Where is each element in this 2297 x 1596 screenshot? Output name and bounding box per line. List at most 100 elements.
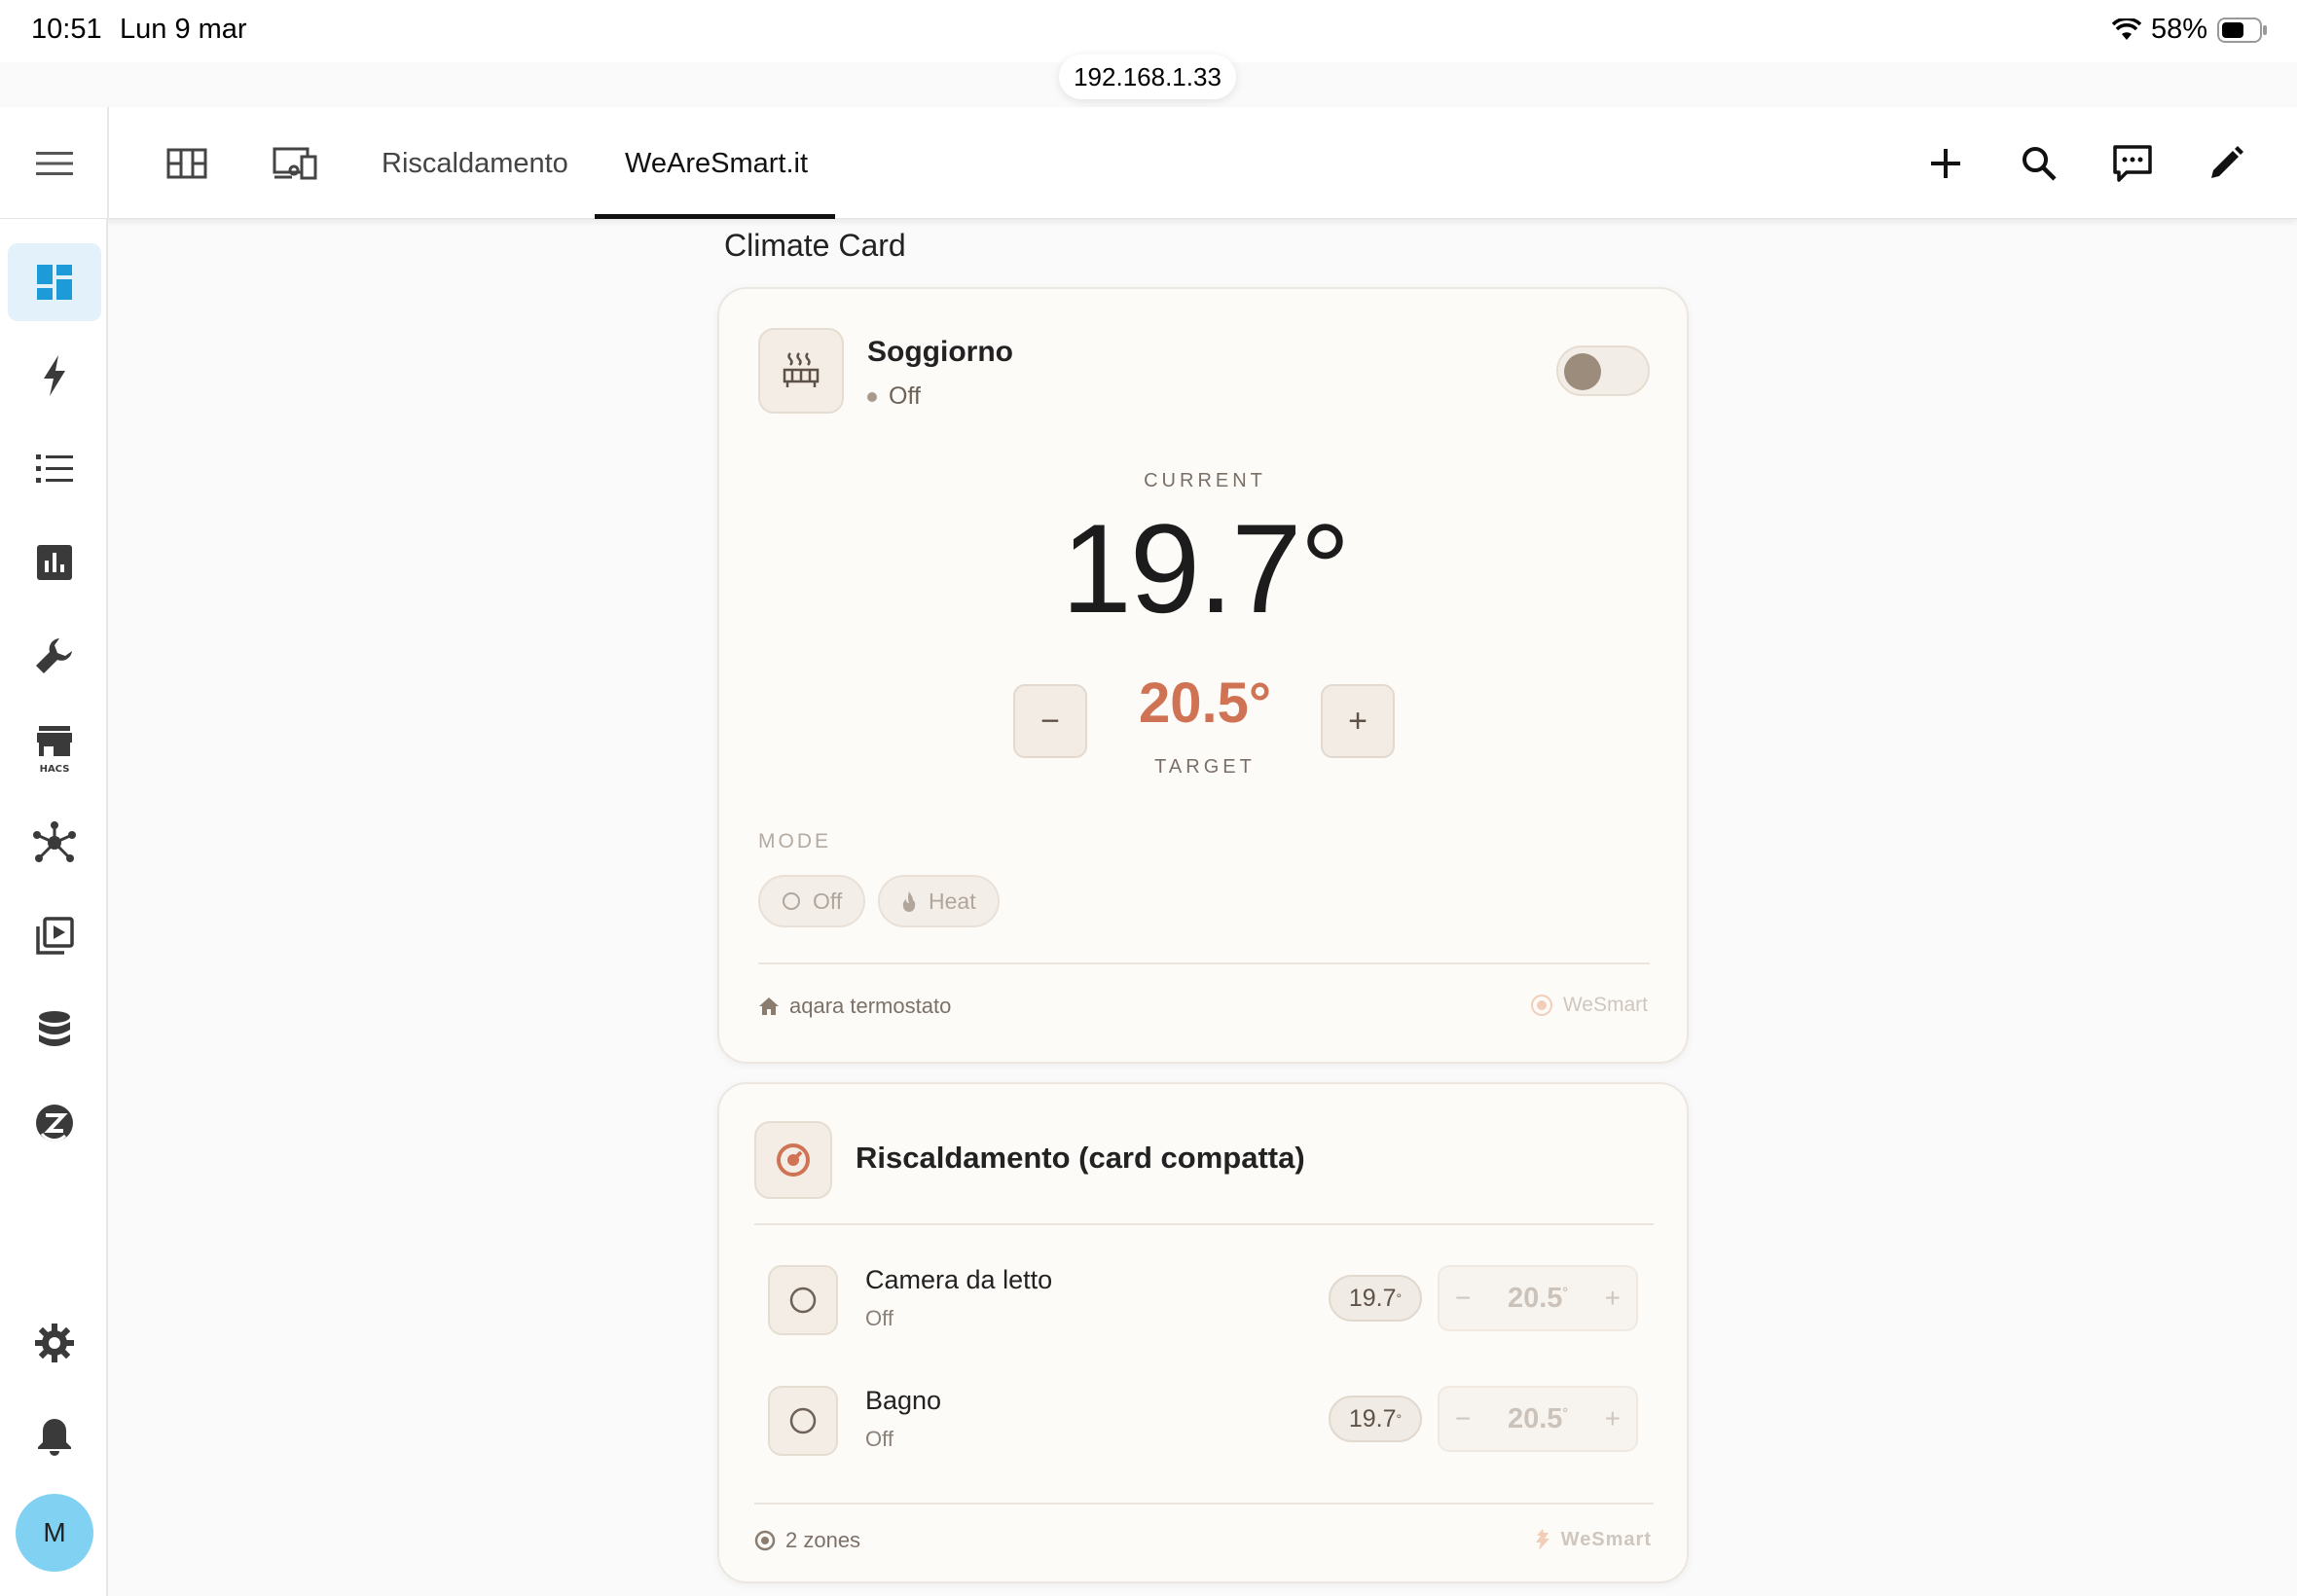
mode-off-label: Off xyxy=(813,888,843,914)
sidebar-item-notifications[interactable] xyxy=(8,1397,101,1475)
overview-icon xyxy=(37,265,72,300)
sidebar-item-history[interactable] xyxy=(8,524,101,601)
assist-button[interactable] xyxy=(2105,136,2160,191)
climate-card: Soggiorno Off CURRENT 19.7° − 20.5° + TA… xyxy=(717,287,1689,1064)
compact-card-title: Riscaldamento (card compatta) xyxy=(856,1141,1305,1175)
footer-brand-text: WeSmart xyxy=(1560,1528,1652,1550)
mode-heat-chip[interactable]: Heat xyxy=(878,875,1000,927)
sidebar-item-logbook[interactable] xyxy=(8,430,101,508)
footer-brand-text: WeSmart xyxy=(1562,994,1648,1016)
zone-decrease-button[interactable]: − xyxy=(1455,1403,1471,1434)
status-date: Lun 9 mar xyxy=(120,14,247,45)
zone-target-stepper: − 20.5° + xyxy=(1438,1386,1638,1452)
zone-mode-button[interactable] xyxy=(768,1386,838,1456)
zone-decrease-button[interactable]: − xyxy=(1455,1283,1471,1314)
current-temperature: 19.7° xyxy=(1061,497,1350,639)
zone-row[interactable]: Camera da letto Off 19.7 ° − 20.5° + xyxy=(768,1265,1644,1347)
mode-heat-label: Heat xyxy=(929,888,976,914)
zone-increase-button[interactable]: + xyxy=(1605,1403,1621,1434)
tab-wearesmart[interactable]: WeAreSmart.it xyxy=(625,148,808,180)
sidebar-item-energy[interactable] xyxy=(8,337,101,415)
sidebar: HACS M xyxy=(0,219,108,1596)
compact-card-icon-box xyxy=(754,1121,832,1199)
add-button[interactable] xyxy=(1918,136,1973,191)
hacs-icon: HACS xyxy=(37,726,72,774)
database-icon xyxy=(39,1011,70,1046)
tab-riscaldamento[interactable]: Riscaldamento xyxy=(382,148,568,180)
wesmart-logo-icon xyxy=(1530,995,1552,1016)
search-button[interactable] xyxy=(2012,136,2066,191)
compact-footer-zones: 2 zones xyxy=(754,1528,860,1553)
card-divider xyxy=(758,962,1650,964)
circle-outline-icon xyxy=(783,892,800,910)
sidebar-item-settings[interactable] xyxy=(8,1304,101,1382)
climate-state: Off xyxy=(867,382,921,411)
zone-name: Bagno xyxy=(865,1386,942,1415)
tab-dashboard-grid[interactable] xyxy=(160,136,214,191)
app-toolbar: Riscaldamento WeAreSmart.it xyxy=(0,107,2297,219)
zwave-icon xyxy=(36,1105,73,1142)
battery-icon xyxy=(2217,17,2267,43)
zone-increase-button[interactable]: + xyxy=(1605,1283,1621,1314)
sidebar-item-integrations[interactable] xyxy=(8,804,101,882)
mode-label: MODE xyxy=(758,830,831,852)
battery-percent: 58% xyxy=(2150,14,2207,45)
hamburger-icon xyxy=(36,152,73,175)
history-icon xyxy=(37,545,72,580)
climate-footer-brand: WeSmart xyxy=(1530,994,1648,1017)
sidebar-item-database[interactable] xyxy=(8,991,101,1069)
menu-button[interactable] xyxy=(27,136,82,191)
settings-icon xyxy=(35,1324,74,1362)
media-icon xyxy=(36,917,74,955)
active-tab-indicator xyxy=(595,214,835,219)
circle-outline-icon xyxy=(789,1287,817,1314)
climate-name: Soggiorno xyxy=(867,336,1013,368)
increase-target-button[interactable]: + xyxy=(1321,684,1395,758)
compact-footer-brand: WeSmart xyxy=(1534,1528,1652,1551)
climate-card-icon-box[interactable] xyxy=(758,328,844,414)
radiator-icon xyxy=(783,352,820,387)
sidebar-item-developer-tools[interactable] xyxy=(8,617,101,695)
logbook-icon xyxy=(36,454,73,483)
status-bar: 10:51 Lun 9 mar 58% xyxy=(0,0,2297,62)
sidebar-item-zwave[interactable] xyxy=(8,1084,101,1162)
zone-current-temp: 19.7 ° xyxy=(1329,1275,1422,1322)
user-avatar[interactable]: M xyxy=(16,1494,93,1572)
card-divider xyxy=(754,1223,1654,1225)
edit-icon xyxy=(2211,146,2243,178)
zone-name: Camera da letto xyxy=(865,1265,1053,1294)
toolbar-divider xyxy=(107,107,109,219)
status-right: 58% xyxy=(2111,14,2268,46)
zone-target-temp: 20.5° xyxy=(1507,1282,1569,1314)
current-label: CURRENT xyxy=(1144,470,1266,491)
status-time: 10:51 xyxy=(31,14,102,45)
climate-state-text: Off xyxy=(889,382,921,410)
integrations-icon xyxy=(33,821,76,862)
zone-target-temp: 20.5° xyxy=(1507,1402,1569,1434)
zone-row[interactable]: Bagno Off 19.7 ° − 20.5° + xyxy=(768,1386,1644,1468)
footer-device-name: aqara termostato xyxy=(789,994,952,1018)
zone-state: Off xyxy=(865,1427,893,1451)
wesmart-logo-icon xyxy=(1535,1529,1550,1550)
wrench-icon xyxy=(36,638,72,673)
mode-off-chip[interactable]: Off xyxy=(758,875,866,927)
climate-power-toggle[interactable] xyxy=(1556,345,1650,396)
url-pill[interactable]: 192.168.1.33 xyxy=(1059,54,1236,99)
card-divider xyxy=(754,1503,1654,1505)
thermostat-dial-icon xyxy=(777,1143,810,1177)
zone-count: 2 zones xyxy=(785,1528,861,1552)
add-icon xyxy=(1931,149,1960,178)
sidebar-item-overview[interactable] xyxy=(8,243,101,321)
zone-state: Off xyxy=(865,1306,893,1330)
sidebar-item-hacs[interactable]: HACS xyxy=(8,710,101,788)
target-temperature: 20.5° xyxy=(1138,671,1272,735)
edit-button[interactable] xyxy=(2199,136,2253,191)
tab-devices[interactable] xyxy=(268,136,322,191)
compact-heating-card: Riscaldamento (card compatta) Camera da … xyxy=(717,1082,1689,1583)
state-dot xyxy=(867,391,877,402)
zone-mode-button[interactable] xyxy=(768,1265,838,1335)
zone-target-stepper: − 20.5° + xyxy=(1438,1265,1638,1331)
sidebar-item-media[interactable] xyxy=(8,897,101,975)
hacs-label: HACS xyxy=(40,764,70,774)
circle-outline-icon xyxy=(789,1407,817,1434)
